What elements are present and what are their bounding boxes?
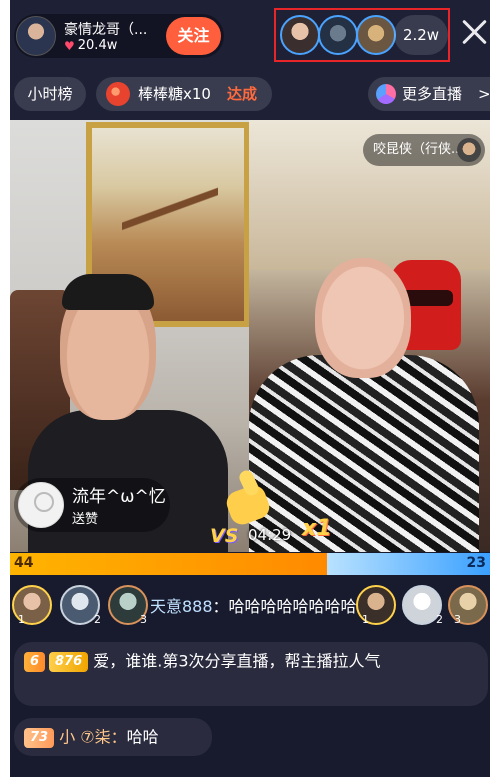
live-room: 豪情龙哥（... ♥ 20.4w 关注 2.2w 小时榜 棒棒糖x10 达成 更…: [10, 0, 490, 777]
host-hair: [62, 274, 154, 310]
rank-number: 2: [94, 613, 101, 626]
viewer-avatar[interactable]: [280, 15, 320, 55]
combo-count: x1: [302, 516, 332, 541]
viewer-list[interactable]: 2.2w: [274, 8, 450, 62]
level-badge: 73: [24, 727, 55, 748]
hour-rank-button[interactable]: 小时榜: [14, 77, 86, 111]
guest-name-tag[interactable]: 咬昆侠（行侠...: [363, 134, 485, 166]
host-likes: ♥ 20.4w: [64, 38, 117, 53]
rank-number: 1: [18, 613, 25, 626]
chat-user: 小 ⑦柒：: [59, 727, 127, 747]
more-live-icon: [376, 84, 396, 104]
gift-notification: 流年^ω^忆 送赞: [14, 478, 170, 532]
sub-bar: 小时榜 棒棒糖x10 达成 更多直播 >: [10, 72, 490, 120]
contributor-message: 天意888：哈哈哈哈哈哈哈哈: [150, 593, 357, 617]
chat-message[interactable]: 6 876 爱，谁谁.第3次分享直播，帮主播拉人气: [14, 642, 488, 706]
rank-number: 3: [140, 613, 147, 626]
message-user: 天意888: [150, 597, 213, 616]
chevron-right-icon: >: [478, 85, 490, 103]
gift-sender: 流年^ω^忆: [72, 487, 166, 507]
contributors-row: 1 2 3 天意888：哈哈哈哈哈哈哈哈 1 2 3: [10, 577, 490, 631]
host-info[interactable]: 豪情龙哥（... ♥ 20.4w 关注: [14, 14, 224, 58]
pk-left-score: 44: [14, 555, 34, 571]
pk-video[interactable]: 咬昆侠（行侠... 流年^ω^忆 送赞 VS 04:29 x1: [10, 120, 490, 552]
host-name: 豪情龙哥（...: [64, 22, 148, 38]
more-live-label: 更多直播: [402, 85, 463, 103]
rank-number: 2: [436, 613, 443, 626]
gift-goal-status: 达成: [227, 85, 258, 103]
heart-icon: ♥: [64, 38, 75, 53]
lollipop-icon: [106, 82, 130, 106]
user-avatar: [18, 482, 64, 528]
fan-badge: 876: [49, 651, 89, 672]
painting-wall: [122, 172, 218, 262]
guest-avatar[interactable]: [457, 138, 481, 162]
more-live-button[interactable]: 更多直播 >: [368, 77, 490, 111]
gift-goal[interactable]: 棒棒糖x10 达成: [96, 77, 272, 111]
follow-button[interactable]: 关注: [166, 17, 221, 55]
pk-score-bar: 44 23: [10, 553, 490, 575]
close-icon[interactable]: [460, 18, 488, 46]
viewer-count[interactable]: 2.2w: [394, 15, 448, 55]
pk-timer: 04:29: [248, 526, 292, 544]
viewer-avatar[interactable]: [356, 15, 396, 55]
likes-count: 20.4w: [77, 38, 118, 53]
level-badge: 6: [24, 651, 46, 672]
gift-action: 送赞: [72, 512, 99, 527]
host-avatar[interactable]: [16, 16, 56, 56]
pk-left-fill: [10, 553, 327, 575]
vs-badge: VS: [210, 525, 239, 547]
thumbs-up-icon: [222, 468, 274, 528]
pk-right-score: 23: [466, 555, 486, 571]
message-text: ：哈哈哈哈哈哈哈哈: [212, 597, 357, 616]
guest-name: 咬昆侠（行侠...: [373, 142, 464, 157]
gift-goal-label: 棒棒糖x10: [138, 85, 211, 103]
chat-message[interactable]: 73 小 ⑦柒：哈哈: [14, 718, 212, 756]
rank-number: 3: [454, 613, 461, 626]
guest-video[interactable]: 咬昆侠（行侠...: [249, 120, 490, 552]
chat-list[interactable]: 6 876 爱，谁谁.第3次分享直播，帮主播拉人气 73 小 ⑦柒：哈哈: [10, 634, 490, 777]
chat-text: 爱，谁谁.第3次分享直播，帮主播拉人气: [93, 651, 381, 671]
viewer-avatar[interactable]: [318, 15, 358, 55]
chat-text: 哈哈: [126, 727, 159, 747]
guest-person: [249, 355, 479, 552]
guest-face: [315, 258, 411, 378]
top-bar: 豪情龙哥（... ♥ 20.4w 关注 2.2w: [10, 0, 490, 72]
rank-number: 1: [362, 613, 369, 626]
